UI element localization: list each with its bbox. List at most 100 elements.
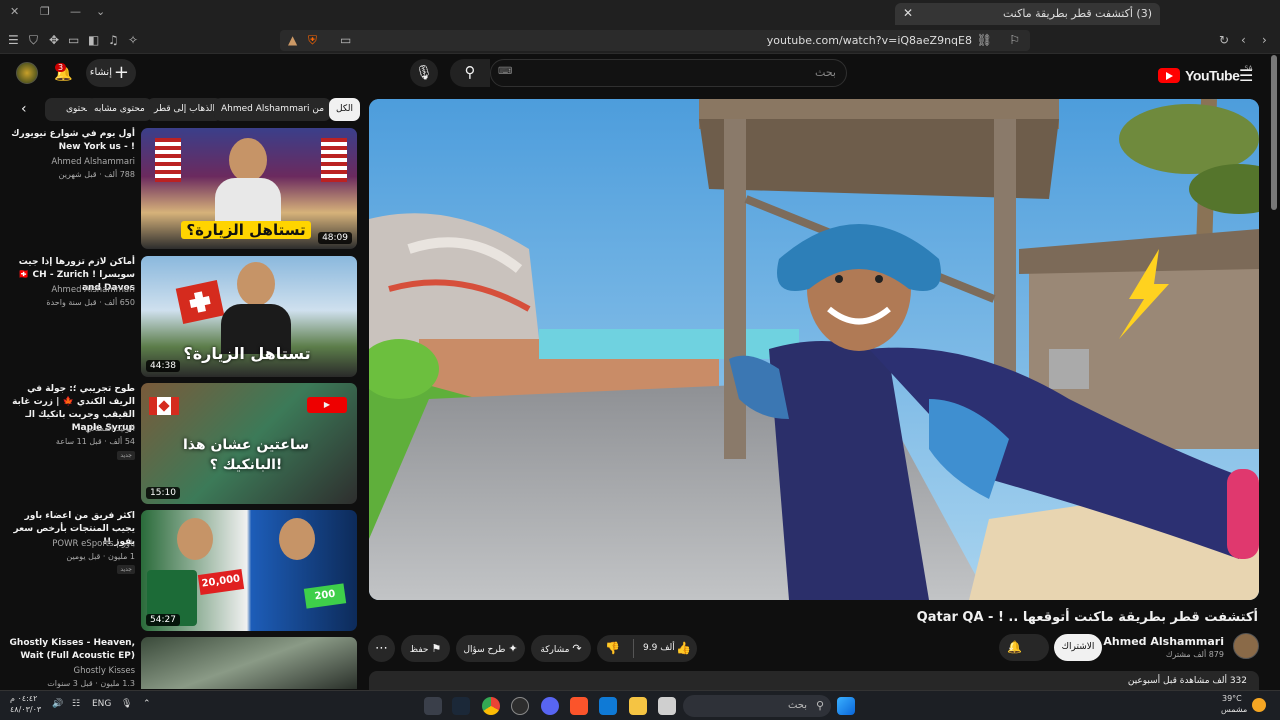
channel-avatar[interactable] [1233,633,1259,659]
flag-image [155,138,181,182]
file-explorer-icon[interactable] [629,697,647,715]
like-icon[interactable]: 👍 [676,635,691,662]
notifications-badge: 3 [55,63,67,72]
chips-scroll-left-icon[interactable]: ‹ [17,98,31,121]
list-item[interactable]: Ghostly Kisses - Heaven, Wait (Full Acou… [0,637,360,689]
sidebar-menu-icon[interactable]: ☰ [8,33,19,47]
person-image [215,178,281,224]
video-thumbnail[interactable]: تستاهل الزيارة؟ 44:38 [141,256,357,377]
channel-name[interactable]: باور | POWR eSports [52,539,135,549]
youtube-header: 🔔 3 إنشاء + 🎙 ⚲ بحث ⌨ YouTube SA ☰ [0,54,1280,96]
bookmark-icon[interactable]: ⚐ [1009,33,1020,47]
reload-icon[interactable]: ↻ [1219,33,1229,47]
reader-icon[interactable]: ◧ [88,33,99,47]
price-tag-image: 200 [303,583,347,609]
list-item[interactable]: تستاهل الزيارة؟ 44:38 أماكن لازم تزورها … [0,256,360,378]
video-thumbnail[interactable]: تستاهل الزيارة؟ 48:09 [141,128,357,249]
extensions-icon[interactable]: ✥ [49,33,59,47]
discord-icon[interactable] [541,697,559,715]
maximize-icon[interactable]: ❐ [40,5,50,18]
video-title: أكتشفت قطر بطريقة ماكنت أتوقعها .. ! - Q… [916,610,1258,625]
video-title[interactable]: أول يوم في شوارع نيويورك ! - New York us [5,128,135,154]
list-item[interactable]: تستاهل الزيارة؟ 48:09 أول يوم في شوارع ن… [0,128,360,250]
network-icon[interactable]: ☷ [72,699,80,709]
dislike-icon[interactable]: 👎 [605,635,620,662]
channel-name[interactable]: الوليد الفطاني [85,424,135,434]
brave-rewards-icon[interactable]: ▲ [288,33,297,47]
forward-icon[interactable]: › [1262,33,1267,47]
description-box[interactable]: 332 ألف مشاهدة قبل أسبوعين [369,671,1259,691]
list-item[interactable]: 20,000 200 54:27 اكثر فريق من اعضاء باور… [0,510,360,632]
more-actions-button[interactable]: ⋯ [368,635,395,662]
channel-name[interactable]: Ghostly Kisses [74,666,135,676]
close-tab-icon[interactable]: ✕ [903,6,913,20]
taskview-icon[interactable] [658,697,676,715]
weather-icon[interactable] [1252,698,1266,712]
store-icon[interactable] [599,697,617,715]
video-title[interactable]: Ghostly Kisses - Heaven, Wait (Full Acou… [5,637,135,663]
tab-title: (3) أكتشفت قطر بطريقة ماكنت [1003,7,1152,20]
back-icon[interactable]: ‹ [1241,33,1246,47]
brave-icon[interactable] [570,697,588,715]
chrome-icon[interactable] [482,697,500,715]
chip-similar[interactable]: محتوى مشابه [87,98,152,121]
video-player[interactable] [369,99,1259,600]
chip-qatar[interactable]: الذهاب إلى قطر [147,98,223,121]
puzzle-icon[interactable]: ✧ [128,33,138,47]
temperature: 39°C [1222,694,1242,703]
microphone-icon[interactable]: 🎙 [410,59,438,87]
brave-shield-icon[interactable]: ⛨ [308,33,317,48]
minimize-icon[interactable]: — [70,5,81,18]
channel-name[interactable]: Ahmed Alshammari [51,157,135,167]
tabs-icon[interactable]: ▭ [68,33,79,47]
avatar[interactable] [16,62,38,84]
tray-expand-icon[interactable]: ⌃ [143,699,151,709]
language-indicator[interactable]: ENG [92,699,111,709]
plus-icon: + [113,62,129,83]
keyboard-icon[interactable]: ⌨ [498,66,512,77]
chip-from-channel[interactable]: من Ahmed Alshammari [214,98,332,121]
taskbar-search[interactable]: بحث ⚲ [683,695,831,717]
mic-tray-icon[interactable]: 🎙 [121,699,132,709]
search-input[interactable]: بحث ⌨ [490,59,847,87]
github-icon[interactable] [511,697,529,715]
channel-name[interactable]: Ahmed Alshammari [1103,635,1224,648]
ask-button[interactable]: طرح سؤال ✦ [456,635,525,662]
shield-icon[interactable]: ⛉ [29,33,38,48]
search-icon: ⚲ [464,63,476,81]
close-window-icon[interactable]: ✕ [10,5,19,18]
video-thumbnail[interactable]: 20,000 200 54:27 [141,510,357,631]
divider [633,639,634,658]
cast-icon[interactable]: ▭ [340,33,351,47]
browser-tab[interactable]: ✕ (3) أكتشفت قطر بطريقة ماكنت [895,3,1160,25]
subscribe-button[interactable]: الاشتراك [1054,634,1102,661]
tab-list-icon[interactable]: ⌄ [96,5,105,18]
video-thumbnail[interactable] [141,637,357,689]
person-image [279,518,315,560]
link-icon[interactable]: ⛓ [977,33,992,47]
video-thumbnail[interactable]: ▶ ساعتين عشان هذا البانكيك ؟! 15:10 [141,383,357,504]
notification-bell-button[interactable]: 🔔 ⌄ [999,634,1049,661]
save-button[interactable]: حفظ ⚑ [401,635,450,662]
taskbar-app-icon[interactable] [424,697,442,715]
channel-name[interactable]: Ahmed Alshammari [51,285,135,295]
chip-all[interactable]: الكل [329,98,361,121]
page-scrollbar[interactable] [1271,55,1277,210]
share-button[interactable]: مشاركة ↷ [531,635,591,662]
duration-badge: 44:38 [146,360,180,372]
windows-start-icon[interactable] [837,697,855,715]
search-button[interactable]: ⚲ [450,59,490,87]
address-bar[interactable]: ▲ ⛨ ▭ youtube.com/watch?v=iQ8aeZ9nqE8 ⛓ … [280,30,1030,51]
youtube-play-icon [1158,68,1180,83]
save-label: حفظ [409,645,429,655]
ask-label: طرح سؤال [463,645,506,655]
like-count[interactable]: 9.9 ألف [643,635,675,662]
hamburger-menu-icon[interactable]: ☰ [1239,66,1253,85]
search-placeholder: بحث [815,66,836,79]
list-item[interactable]: ▶ ساعتين عشان هذا البانكيك ؟! 15:10 طوح … [0,383,360,505]
thumbnail-text: ساعتين عشان هذا البانكيك ؟! [183,437,309,473]
create-button[interactable]: إنشاء + [86,59,136,87]
music-icon[interactable]: ♫ [108,33,119,47]
speaker-icon[interactable]: 🔊 [52,699,63,709]
steam-icon[interactable] [452,697,470,715]
